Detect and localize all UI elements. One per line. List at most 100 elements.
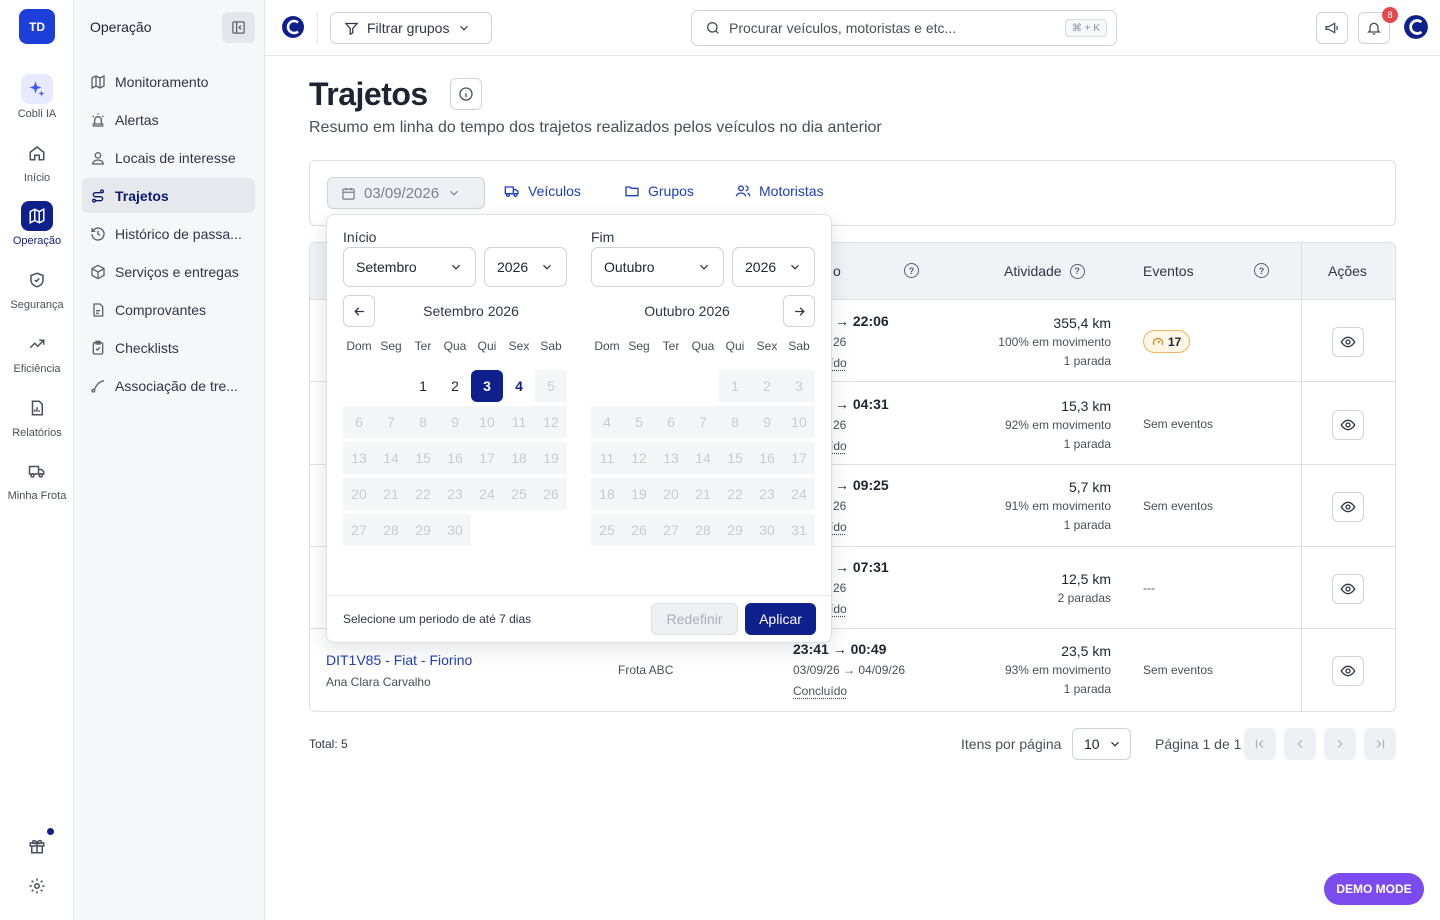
truck-icon [21,456,53,486]
left-calendar-day[interactable]: 3 [471,370,503,402]
end-year-select[interactable]: 2026 [732,247,815,287]
page-subtitle: Resumo em linha do tempo dos trajetos re… [309,119,882,136]
view-button[interactable] [1332,410,1364,440]
left-calendar-day: 23 [439,478,471,510]
page-indicator: Página 1 de 1 [1155,736,1242,752]
user-avatar[interactable] [1403,14,1429,40]
calendar-icon [342,187,355,200]
row-status[interactable]: ído [830,520,847,534]
first-page-button[interactable] [1244,728,1276,760]
announcements-button[interactable] [1316,12,1348,44]
rail-item-cobli-ia[interactable]: Cobli IA [0,74,74,120]
date-picker-button[interactable]: 03/09/2026 [327,177,485,209]
right-calendar-day: 30 [751,514,783,546]
right-calendar-weekday: Qua [691,339,715,353]
left-calendar-day: 30 [439,514,471,546]
filter-groups-button[interactable]: Filtrar grupos [330,12,492,44]
subnav-item-historico[interactable]: Histórico de passa... [82,216,255,251]
view-button[interactable] [1332,327,1364,357]
header-period-help[interactable]: ? [904,263,919,278]
left-calendar-day[interactable]: 1 [407,370,439,402]
gear-icon[interactable] [28,877,46,895]
subnav-item-checklists[interactable]: Checklists [82,330,255,365]
rail-item-eficiencia[interactable]: Eficiência [0,329,74,375]
row-status[interactable]: ído [830,602,847,616]
collapse-sidebar-button[interactable] [222,12,255,43]
subnav-item-comprovantes[interactable]: Comprovantes [82,292,255,327]
items-per-page-select[interactable]: 10 [1072,728,1131,760]
subnav-item-associacao[interactable]: Associação de tre... [82,368,255,403]
chevron-down-icon [791,264,799,270]
prev-page-button[interactable] [1284,728,1316,760]
subnav-item-monitoramento[interactable]: Monitoramento [82,64,255,99]
left-calendar-day[interactable]: 4 [503,370,535,402]
right-calendar-day: 7 [687,406,719,438]
start-month-select[interactable]: Setembro [343,247,476,287]
subnav-item-trajetos[interactable]: Trajetos [82,178,255,213]
end-month-select[interactable]: Outubro [591,247,724,287]
prev-month-button[interactable] [343,295,375,327]
next-page-button[interactable] [1324,728,1356,760]
page-info-button[interactable] [450,78,482,110]
truck-icon [504,186,519,197]
right-calendar-day: 8 [719,406,751,438]
divider [317,12,318,44]
left-calendar-day: 24 [471,478,503,510]
subnav-item-servicos[interactable]: Serviços e entregas [82,254,255,289]
tab-motoristas[interactable]: Motoristas [735,183,824,199]
subnav-item-label: Comprovantes [115,301,207,318]
row-km: 12,5 km [1061,571,1111,587]
row-status[interactable]: ído [830,439,847,453]
chevrons-left-icon [1255,739,1264,749]
tab-veiculos[interactable]: Veículos [504,183,581,199]
rail-item-minha-frota[interactable]: Minha Frota [0,456,74,502]
reset-button[interactable]: Redefinir [651,603,738,635]
map-icon [91,74,105,89]
view-button[interactable] [1332,492,1364,522]
left-calendar-weekday: Ter [414,339,432,353]
row-dates: 26 [833,418,847,432]
apply-button[interactable]: Aplicar [745,603,816,635]
next-month-button[interactable] [783,295,815,327]
view-button[interactable] [1332,574,1364,604]
row-status[interactable]: Concluído [793,684,847,698]
filter-groups-label: Filtrar grupos [367,20,450,36]
cobli-logo[interactable] [281,15,305,39]
rail-item-seguranca[interactable]: Segurança [0,265,74,311]
subnav-item-alertas[interactable]: Alertas [82,102,255,137]
events-badge[interactable]: 17 [1143,330,1191,353]
right-calendar-day: 25 [591,514,623,546]
gift-icon[interactable] [28,837,46,855]
help-icon[interactable]: ? [1069,263,1085,279]
vehicle-link[interactable]: DIT1V85 - Fiat - Fiorino [326,652,472,668]
subnav-item-locais[interactable]: Locais de interesse [82,140,255,175]
demo-mode-badge[interactable]: DEMO MODE [1324,873,1424,905]
row-dates: 26 [833,581,847,595]
last-page-button[interactable] [1364,728,1396,760]
chevron-down-icon [543,264,551,270]
row-status[interactable]: ído [830,356,847,370]
right-calendar-day: 12 [623,442,655,474]
end-year-value: 2026 [745,259,777,275]
left-calendar-weekday: Dom [346,339,372,353]
tab-grupos[interactable]: Grupos [624,183,694,199]
rail-item-relatorios[interactable]: Relatórios [0,393,74,439]
row-events: Sem eventos [1143,499,1214,513]
box-icon [91,264,105,279]
search-input[interactable]: Procurar veículos, motoristas e etc... ⌘… [691,10,1117,46]
left-calendar-day[interactable]: 2 [439,370,471,402]
chevron-down-icon [450,190,458,196]
rail-label: Relatórios [12,427,62,439]
eye-icon [1340,501,1356,513]
row-events: --- [1143,581,1155,595]
header-events-help[interactable]: ? [1254,263,1269,278]
view-button[interactable] [1332,656,1364,686]
items-per-page-value: 10 [1084,736,1100,752]
row-km: 23,5 km [1061,643,1111,659]
start-year-select[interactable]: 2026 [484,247,567,287]
account-avatar[interactable]: TD [19,9,55,44]
right-calendar-title: Outubro 2026 [644,303,730,319]
total-count: Total: 5 [309,737,348,751]
rail-item-operacao[interactable]: Operação [0,201,74,247]
rail-item-inicio[interactable]: Início [0,138,74,184]
